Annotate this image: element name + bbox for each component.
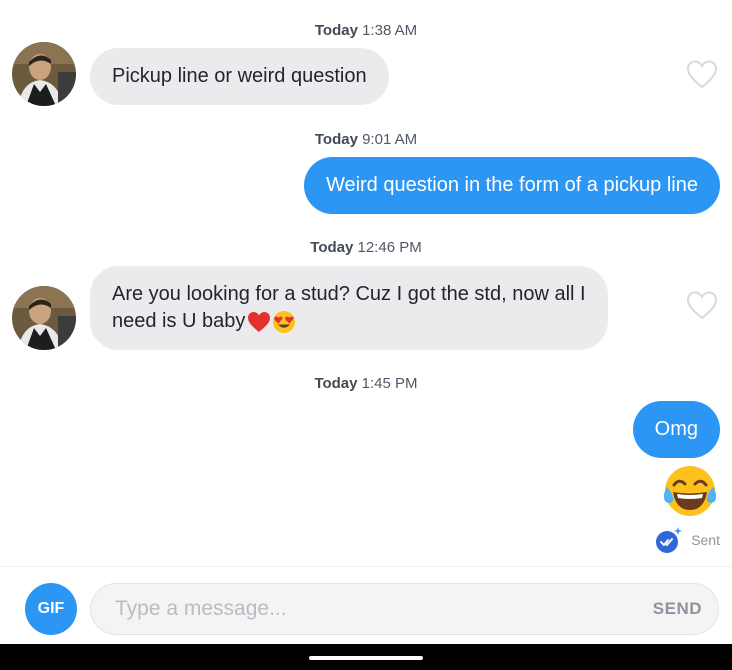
tears-of-joy-emoji-icon[interactable]: [662, 463, 718, 519]
gif-button[interactable]: GIF: [25, 583, 77, 635]
message-text: Omg: [654, 418, 698, 440]
like-heart-icon[interactable]: [686, 59, 718, 89]
sent-check-icon: [656, 527, 683, 553]
message-text-line-with-emoji: need is U baby: [112, 308, 586, 335]
red-heart-icon: [248, 311, 271, 332]
avatar[interactable]: [12, 286, 76, 350]
like-heart-icon[interactable]: [686, 290, 718, 320]
avatar[interactable]: [12, 42, 76, 106]
delivery-status: Sent: [655, 526, 720, 554]
message-bubble-outgoing[interactable]: Weird question in the form of a pickup l…: [303, 157, 720, 214]
message-bubble-incoming[interactable]: Are you looking for a stud? Cuz I got th…: [90, 266, 608, 350]
message-composer: GIF SEND: [0, 566, 732, 644]
home-indicator[interactable]: [309, 656, 423, 660]
message-text: Pickup line or weird question: [112, 65, 367, 87]
send-button[interactable]: SEND: [653, 584, 702, 634]
avatar-photo: [12, 42, 76, 106]
timestamp: Today 12:46 PM: [310, 239, 422, 256]
message-text: need is U baby: [112, 310, 246, 332]
message-text-line: Are you looking for a stud? Cuz I got th…: [112, 283, 586, 305]
timestamp: Today 1:38 AM: [314, 22, 418, 39]
conversation-thread: Today 1:38 AM Pickup line or weird quest…: [0, 0, 732, 566]
message-text: Weird question in the form of a pickup l…: [325, 174, 698, 196]
message-input[interactable]: [91, 584, 621, 634]
message-input-container[interactable]: SEND: [90, 583, 719, 635]
heart-eyes-emoji-icon: [273, 310, 296, 333]
message-bubble-outgoing[interactable]: Omg: [632, 401, 720, 458]
message-bubble-incoming[interactable]: Pickup line or weird question: [90, 48, 389, 105]
timestamp: Today 1:45 PM: [314, 375, 418, 392]
avatar-photo: [12, 286, 76, 350]
sent-label: Sent: [691, 532, 720, 548]
timestamp: Today 9:01 AM: [314, 131, 418, 148]
system-navigation-bar: [0, 644, 732, 670]
